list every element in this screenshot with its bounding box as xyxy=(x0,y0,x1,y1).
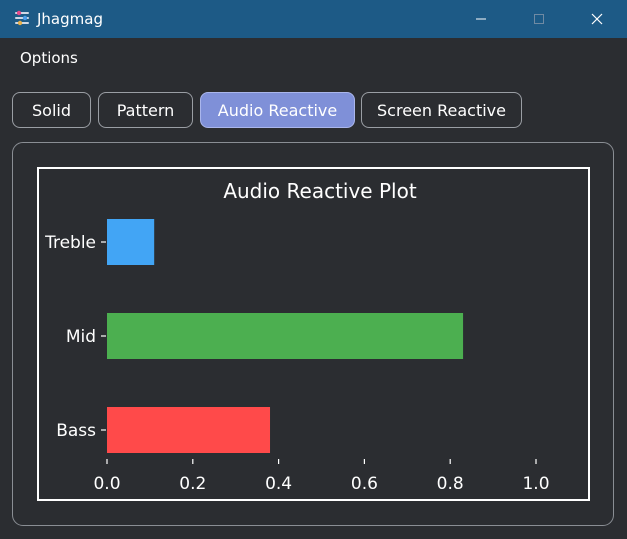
tab-pattern[interactable]: Pattern xyxy=(98,92,193,128)
tab-screen-reactive[interactable]: Screen Reactive xyxy=(361,92,522,128)
y-tick-label: Treble xyxy=(44,233,96,253)
y-tick-label: Bass xyxy=(56,421,96,441)
x-tick-label: 0.2 xyxy=(179,474,206,494)
sliders-icon xyxy=(15,10,29,26)
menu-bar: Options xyxy=(0,38,627,76)
app-window: Jhagmag Options Solid Pattern Audio Reac… xyxy=(0,0,627,539)
x-tick-label: 0.8 xyxy=(437,474,464,494)
window-title: Jhagmag xyxy=(37,10,103,28)
tab-audio-reactive[interactable]: Audio Reactive xyxy=(200,92,355,128)
chart-title: Audio Reactive Plot xyxy=(223,179,417,203)
x-tick-label: 1.0 xyxy=(522,474,549,494)
menu-options[interactable]: Options xyxy=(20,48,78,68)
minimize-button[interactable] xyxy=(452,0,510,38)
y-tick-label: Mid xyxy=(66,327,96,347)
title-bar[interactable]: Jhagmag xyxy=(0,0,627,38)
bar-mid xyxy=(107,313,464,359)
bar-treble xyxy=(107,219,155,265)
x-tick-label: 0.4 xyxy=(265,474,292,494)
maximize-button[interactable] xyxy=(510,0,568,38)
minimize-icon xyxy=(476,18,486,20)
x-tick-label: 0.0 xyxy=(93,474,120,494)
close-icon xyxy=(591,13,603,25)
audio-reactive-plot: Audio Reactive Plot Treble Mid Bass 0.0 0.2… xyxy=(37,167,590,501)
x-tick-label: 0.6 xyxy=(351,474,378,494)
tab-solid[interactable]: Solid xyxy=(12,92,91,128)
bar-bass xyxy=(107,407,271,453)
close-button[interactable] xyxy=(568,0,626,38)
bar-chart: Audio Reactive Plot Treble Mid Bass 0.0 0.2… xyxy=(44,179,549,494)
maximize-icon xyxy=(534,14,544,24)
